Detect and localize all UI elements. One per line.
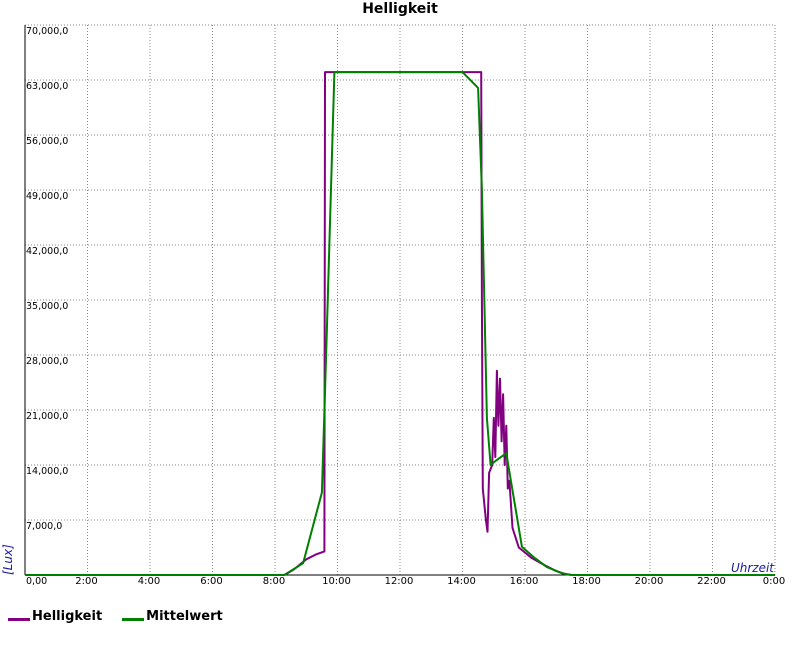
y-tick-labels: 0,00 7,000,0 14,000,0 21,000,0 28,000,0 35,00… (26, 26, 68, 587)
y-tick-label: 49,000,0 (26, 191, 68, 202)
y-tick-label: 42,000,0 (26, 246, 68, 257)
y-axis-label: [Lux] (1, 544, 15, 575)
y-tick-label: 28,000,0 (26, 356, 68, 367)
x-tick-label: 12:00 (385, 576, 414, 587)
y-tick-label: 7,000,0 (26, 521, 62, 532)
x-tick-label: 6:00 (200, 576, 222, 587)
x-tick-label: 0:00 (763, 576, 785, 587)
y-tick-label: 21,000,0 (26, 411, 68, 422)
x-tick-label: 22:00 (697, 576, 726, 587)
y-tick-label: 35,000,0 (26, 301, 68, 312)
legend-label-helligkeit: Helligkeit (32, 609, 103, 624)
y-tick-label: 0,00 (26, 576, 47, 587)
grid-lines (25, 24, 776, 575)
chart-title: Helligkeit (362, 1, 438, 17)
legend-item-mittelwert: Mittelwert (122, 609, 223, 624)
x-tick-label: 2:00 (75, 576, 97, 587)
y-tick-label: 56,000,0 (26, 136, 68, 147)
legend-swatch-mittelwert (122, 618, 145, 621)
y-tick-label: 70,000,0 (26, 26, 68, 37)
x-tick-label: 20:00 (635, 576, 664, 587)
x-axis-label: Uhrzeit (731, 561, 775, 575)
x-tick-label: 18:00 (572, 576, 601, 587)
x-tick-labels: 2:00 4:00 6:00 8:00 10:00 12:00 14:00 16:00 18:0… (75, 576, 785, 587)
x-tick-label: 10:00 (322, 576, 351, 587)
x-tick-label: 4:00 (138, 576, 160, 587)
legend-item-helligkeit: Helligkeit (8, 609, 102, 624)
x-tick-label: 8:00 (263, 576, 285, 587)
y-tick-label: 63,000,0 (26, 81, 68, 92)
legend-swatch-helligkeit (8, 618, 30, 621)
y-tick-label: 14,000,0 (26, 466, 68, 477)
legend-label-mittelwert: Mittelwert (146, 609, 223, 624)
x-tick-label: 14:00 (447, 576, 476, 587)
chart-canvas: Helligkeit 0,00 7,000,0 14,000,0 21,000,0 28… (1, 1, 785, 587)
x-tick-label: 16:00 (510, 576, 539, 587)
legend: Helligkeit Mittelwert (8, 609, 223, 624)
